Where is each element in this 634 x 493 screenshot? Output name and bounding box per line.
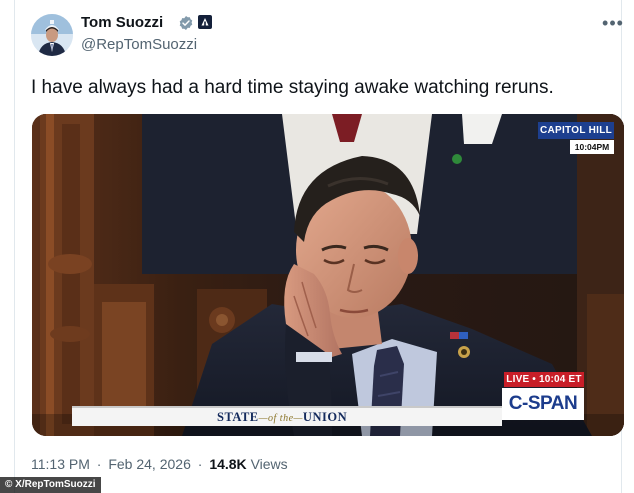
state-of-the-union-banner: STATE—of the—UNION — [72, 406, 502, 426]
verified-badge-icon — [179, 16, 193, 30]
meta-separator-2: · — [197, 456, 203, 472]
capitol-hill-time: 10:04PM — [570, 140, 614, 154]
tweet-time[interactable]: 11:13 PM — [31, 456, 90, 472]
page: Tom Suozzi @RepTomSuozzi ••• I have alwa… — [0, 0, 634, 493]
photo-credit: © X/RepTomSuozzi — [0, 477, 101, 493]
more-options-icon[interactable]: ••• — [601, 13, 625, 33]
views-count[interactable]: 14.8K — [209, 456, 246, 472]
tweet-metadata: 11:13 PM · Feb 24, 2026 · 14.8K Views — [31, 454, 288, 474]
avatar-image — [31, 14, 73, 56]
sotu-state-word: STATE — [217, 410, 259, 424]
tweet-text: I have always had a hard time staying aw… — [31, 77, 554, 98]
tweet-card[interactable]: Tom Suozzi @RepTomSuozzi ••• I have alwa… — [14, 0, 625, 493]
user-handle[interactable]: @RepTomSuozzi — [81, 35, 197, 55]
sotu-union-word: UNION — [302, 410, 348, 424]
live-badge: LIVE • 10:04 ET — [504, 372, 584, 387]
government-badge-glyph — [201, 18, 209, 26]
sotu-of-the: —of the— — [258, 413, 303, 424]
meta-separator: · — [96, 456, 102, 472]
tweet-media-image[interactable]: CAPITOL HILL 10:04PM STATE—of the—UNION … — [32, 114, 624, 436]
capitol-hill-label: CAPITOL HILL — [538, 122, 614, 139]
state-of-the-union-title: STATE—of the—UNION — [217, 408, 347, 426]
tweet-date[interactable]: Feb 24, 2026 — [108, 456, 191, 472]
cspan-logo: C-SPAN — [502, 388, 584, 420]
avatar[interactable] — [31, 14, 73, 56]
views-label[interactable]: Views — [251, 456, 288, 472]
display-name[interactable]: Tom Suozzi — [81, 13, 163, 33]
capitol-hill-badge: CAPITOL HILL 10:04PM — [538, 122, 614, 156]
government-badge-icon — [198, 15, 212, 29]
